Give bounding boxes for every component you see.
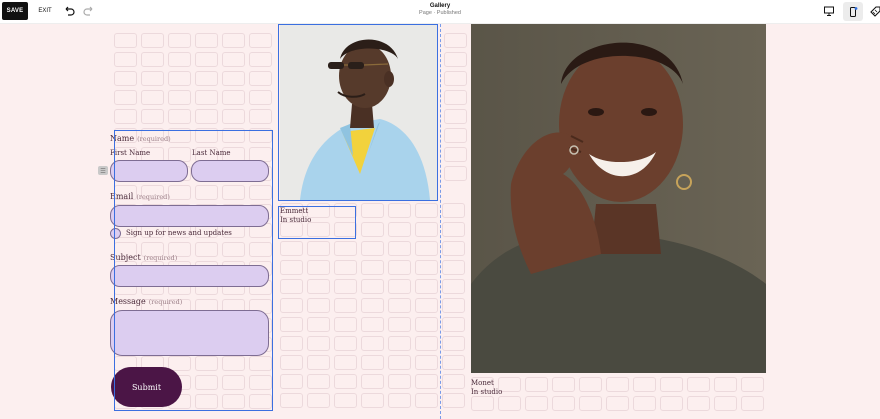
gallery-caption-title: Monet [471, 379, 494, 387]
last-name-field[interactable] [191, 160, 269, 182]
newsletter-checkbox[interactable] [110, 228, 121, 239]
drag-handle-icon[interactable] [98, 166, 108, 175]
message-label-text: Message [110, 297, 146, 306]
message-textarea[interactable] [110, 310, 269, 356]
subject-label-text: Subject [110, 253, 141, 262]
required-hint: (required) [136, 193, 170, 201]
column-guide [440, 24, 441, 419]
page-title: Gallery [429, 3, 451, 9]
desktop-view-icon[interactable] [822, 4, 836, 18]
last-name-label: Last Name [192, 149, 231, 157]
gallery-caption-subtitle: In studio [471, 388, 503, 396]
page-title-block: Gallery Page · Published [390, 3, 490, 16]
layout-grid-column [444, 33, 467, 203]
save-button[interactable]: SAVE [2, 2, 28, 20]
newsletter-label: Sign up for news and updates [126, 229, 232, 237]
name-field-label: Name (required) [110, 134, 171, 143]
gallery-caption-subtitle: In studio [280, 216, 312, 224]
name-label-text: Name [110, 134, 135, 143]
submit-button[interactable]: Submit [111, 367, 182, 407]
image-selection-frame [278, 24, 438, 201]
gallery-caption-title: Emmett [280, 207, 309, 215]
required-hint: (required) [148, 298, 183, 306]
first-name-field[interactable] [110, 160, 188, 182]
undo-icon[interactable] [62, 4, 76, 18]
site-styles-icon[interactable] [868, 4, 880, 18]
mobile-view-icon[interactable] [843, 2, 863, 21]
gallery-image-monet[interactable] [471, 24, 766, 373]
first-name-label: First Name [110, 149, 151, 157]
subject-field-label: Subject (required) [110, 253, 177, 262]
required-hint: (required) [143, 254, 178, 262]
email-field[interactable] [110, 205, 269, 227]
gallery-caption-monet[interactable]: Monet In studio [471, 379, 502, 397]
subject-field[interactable] [110, 265, 269, 287]
email-field-label: Email (required) [110, 192, 170, 201]
gallery-caption-emmett[interactable]: Emmett In studio [280, 207, 311, 225]
editor-toolbar: SAVE EXIT Gallery Page · Published [0, 0, 880, 24]
redo-icon[interactable] [82, 4, 96, 18]
email-label-text: Email [110, 192, 134, 201]
page-status: Page · Published [419, 10, 461, 16]
message-field-label: Message (required) [110, 297, 182, 306]
layout-grid-bottom [471, 377, 766, 417]
required-hint: (required) [137, 135, 171, 143]
exit-button[interactable]: EXIT [36, 2, 54, 20]
